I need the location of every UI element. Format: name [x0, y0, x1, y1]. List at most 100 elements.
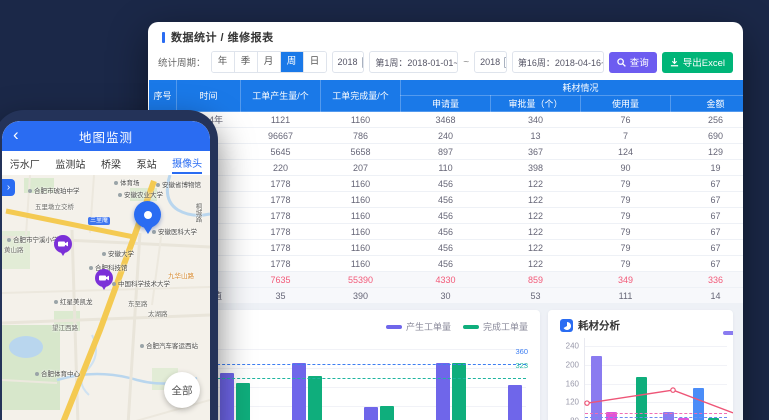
end-week-range-value: 第16周：2018-04-16~2018-04-22	[518, 56, 604, 69]
end-year-select[interactable]: 2018	[474, 51, 507, 73]
phone-tab[interactable]: 桥梁	[101, 154, 121, 173]
poi-dot-icon	[54, 300, 58, 304]
panel-expand-icon[interactable]: ›	[2, 179, 15, 196]
col-header-index: 序号	[149, 80, 177, 112]
bar-产生工单量-2	[364, 407, 378, 420]
range-separator: ~	[463, 57, 469, 68]
workorder-chart-legend: 产生工单量 完成工单量	[386, 320, 528, 333]
legend-label: 产生工单量	[406, 320, 451, 333]
period-option[interactable]: 日	[304, 52, 326, 72]
map-label: 合肥市琥珀中学	[28, 188, 80, 195]
table-total-row: 合计7635553904330859349336	[149, 272, 744, 288]
query-button-label: 查询	[630, 55, 649, 69]
reference-label: 360	[515, 347, 528, 356]
selected-location-pin[interactable]	[134, 201, 161, 228]
y-axis-tick: 80	[555, 416, 579, 420]
dashboard-window: 数据统计 / 维修报表 统计周期： 年季月周日 2018 第1周：2018-01…	[148, 22, 743, 420]
start-week-range-value: 第1周：2018-01-01~2018-01-07	[375, 56, 458, 69]
table-row: 356455658897367124129	[149, 144, 744, 160]
legend-item-created[interactable]: 产生工单量	[386, 320, 451, 333]
consumable-bar-plot: 2402001601208040	[584, 338, 727, 420]
show-all-button[interactable]: 全部	[164, 372, 200, 408]
trend-line	[585, 338, 733, 420]
back-icon[interactable]: ‹	[13, 125, 19, 145]
period-option[interactable]: 年	[212, 52, 235, 72]
map-label: 东至路	[128, 301, 148, 308]
table-average-row: 平均值35390305311114	[149, 288, 744, 304]
period-label: 统计周期：	[158, 55, 206, 69]
phone-tab[interactable]: 摄像头	[172, 153, 202, 174]
consumable-chart-title: 耗材分析	[560, 318, 620, 333]
period-option[interactable]: 周	[281, 52, 304, 72]
map-label: 望江西路	[52, 325, 78, 332]
gridline	[192, 349, 526, 350]
map-label: 五里墩立交桥	[35, 204, 74, 211]
map-label: 合肥体育中心	[35, 371, 80, 378]
y-axis-tick: 240	[555, 342, 579, 351]
phone-tab[interactable]: 监测站	[55, 154, 85, 173]
col-group-header: 耗材情况	[401, 80, 744, 96]
map-label: 太湖路	[148, 311, 168, 318]
legend-item-completed[interactable]: 完成工单量	[463, 320, 528, 333]
start-week-range[interactable]: 第1周：2018-01-01~2018-01-07	[369, 51, 458, 73]
map-label: 合肥汽车客运西站	[140, 343, 198, 350]
col-header-time: 时间	[177, 80, 241, 112]
poi-dot-icon	[118, 193, 122, 197]
phone-tab-bar: 污水厂监测站桥梁泵站摄像头	[2, 151, 210, 175]
table-row: 12014年11211160346834076256	[149, 112, 744, 128]
poi-dot-icon	[114, 181, 118, 185]
y-axis-tick: 200	[555, 361, 579, 370]
col-header-completed: 工单完成量/个	[321, 80, 401, 112]
map-label: 三里庵	[88, 217, 110, 225]
table-row: 10177811604561227967	[149, 256, 744, 272]
workorder-bar-plot: 360323	[192, 344, 526, 420]
phone-screen: ‹ 地图监测 污水厂监测站桥梁泵站摄像头	[2, 121, 210, 420]
subcol-header-requested: 申请量	[401, 96, 491, 112]
bar-完成工单量-0	[236, 383, 250, 420]
poi-dot-icon	[152, 230, 156, 234]
start-year-select[interactable]: 2018	[332, 51, 365, 73]
search-icon	[617, 58, 626, 67]
poi-dot-icon	[156, 183, 160, 187]
subcol-header-used: 使用量	[581, 96, 671, 112]
map-view[interactable]: 合肥市琥珀中学体育场安徽农业大学安徽省博物馆桐城路五里墩立交桥三里庵合肥市宁溪小…	[2, 175, 210, 420]
legend-swatch	[463, 325, 479, 329]
phone-tab[interactable]: 污水厂	[10, 154, 40, 173]
download-icon	[670, 58, 679, 67]
y-axis-tick: 160	[555, 379, 579, 388]
map-label: 安徽省博物馆	[156, 182, 201, 189]
subcol-header-approved: 审批量（个）	[491, 96, 581, 112]
calendar-icon	[362, 57, 365, 68]
table-row: 8177811604561227967	[149, 224, 744, 240]
camera-pin[interactable]	[95, 269, 113, 287]
map-label: 中国科学技术大学	[112, 281, 170, 288]
poi-dot-icon	[112, 282, 116, 286]
camera-pin[interactable]	[54, 235, 72, 253]
phone-header: ‹ 地图监测	[2, 121, 210, 151]
table-row: 42202071103989019	[149, 160, 744, 176]
bar-完成工单量-3	[452, 363, 466, 420]
table-row: 296667786240137690	[149, 128, 744, 144]
period-segmented: 年季月周日	[211, 51, 327, 73]
bar-完成工单量-1	[308, 376, 322, 420]
filter-toolbar: 统计周期： 年季月周日 2018 第1周：2018-01-01~2018-01-…	[148, 47, 743, 79]
camera-icon	[99, 274, 109, 282]
map-label: 合肥市宁溪小学	[7, 237, 59, 244]
export-excel-button[interactable]: 导出Excel	[662, 52, 733, 73]
bar-产生工单量-1	[292, 363, 306, 420]
calendar-icon	[504, 57, 507, 68]
page-background: 数据统计 / 维修报表 统计周期： 年季月周日 2018 第1周：2018-01…	[0, 0, 769, 420]
phone-tab[interactable]: 泵站	[137, 154, 157, 173]
charts-band: 产生工单量 完成工单量 360323 耗材分析	[148, 304, 743, 420]
period-option[interactable]: 季	[235, 52, 258, 72]
query-button[interactable]: 查询	[609, 52, 657, 73]
end-week-range[interactable]: 第16周：2018-04-16~2018-04-22	[512, 51, 604, 73]
col-header-created: 工单产生量/个	[241, 80, 321, 112]
period-option[interactable]: 月	[258, 52, 281, 72]
report-table: 序号 时间 工单产生量/个 工单完成量/个 耗材情况 申请量 审批量（个） 使用…	[148, 79, 743, 304]
gridline	[192, 368, 526, 369]
map-label: 安徽大学	[102, 251, 134, 258]
start-year-value: 2018	[338, 57, 358, 67]
reference-line	[192, 364, 526, 365]
bar-产生工单量-3	[436, 363, 450, 420]
